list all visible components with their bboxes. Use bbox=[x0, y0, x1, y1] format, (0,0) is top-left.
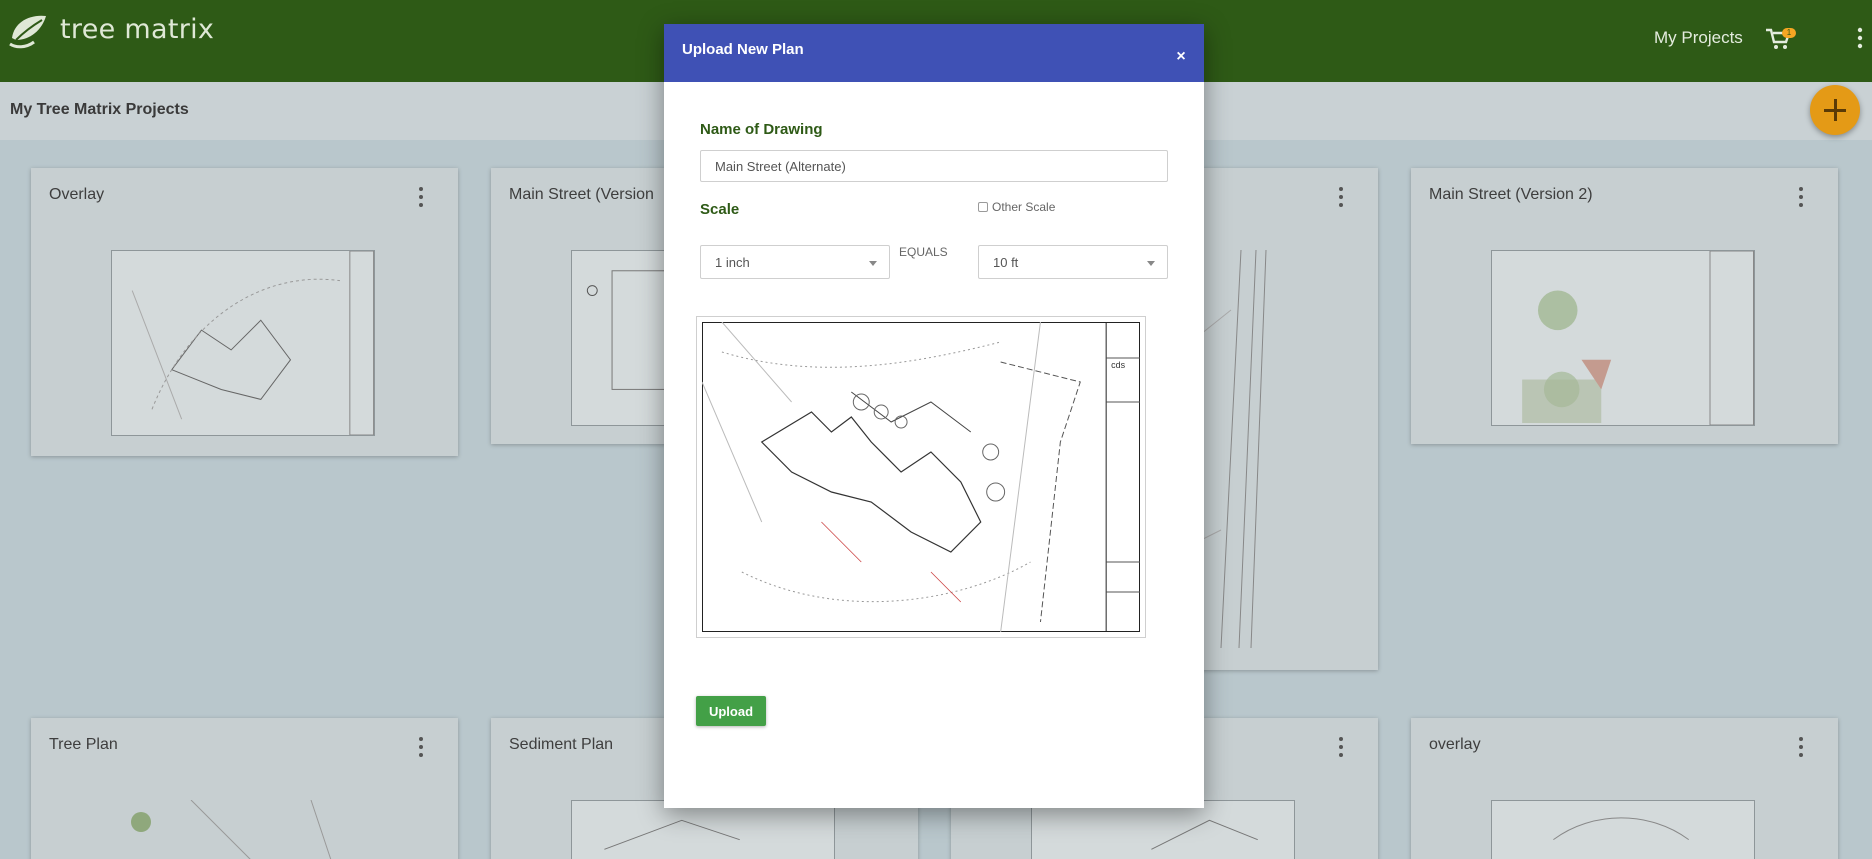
card-title: Main Street (Version 2) bbox=[1429, 186, 1593, 203]
plan-thumbnail[interactable] bbox=[1031, 800, 1295, 859]
upload-plan-dialog: Upload New Plan × Name of Drawing Scale … bbox=[664, 24, 1204, 808]
name-of-drawing-label: Name of Drawing bbox=[700, 121, 823, 138]
other-scale-checkbox[interactable] bbox=[978, 202, 988, 212]
chevron-down-icon bbox=[1147, 261, 1155, 266]
plan-thumbnail[interactable] bbox=[111, 800, 375, 859]
cart-count-badge: 1 bbox=[1782, 28, 1796, 38]
plan-preview-image: cds bbox=[696, 316, 1146, 638]
kebab-menu-icon[interactable] bbox=[1856, 26, 1864, 50]
card-title: Tree Plan bbox=[49, 736, 118, 753]
project-card[interactable]: overlay bbox=[1411, 718, 1838, 859]
dialog-header: Upload New Plan × bbox=[664, 24, 1204, 82]
chevron-down-icon bbox=[869, 261, 877, 266]
card-title: Sediment Plan bbox=[509, 736, 614, 753]
kebab-menu-icon[interactable] bbox=[417, 736, 425, 758]
plan-thumbnail[interactable] bbox=[111, 250, 375, 436]
close-icon[interactable]: × bbox=[1174, 49, 1188, 65]
plan-thumbnail[interactable] bbox=[571, 800, 835, 859]
leaf-logo-icon[interactable] bbox=[6, 8, 50, 52]
kebab-menu-icon[interactable] bbox=[1337, 736, 1345, 758]
svg-text:cds: cds bbox=[1111, 360, 1125, 370]
add-project-button[interactable] bbox=[1810, 85, 1860, 135]
upload-button[interactable]: Upload bbox=[696, 696, 766, 726]
nav-my-projects-link[interactable]: My Projects bbox=[1654, 28, 1743, 48]
other-scale-label: Other Scale bbox=[992, 200, 1056, 214]
brand-name[interactable]: tree matrix bbox=[60, 14, 214, 45]
card-title: overlay bbox=[1429, 736, 1481, 753]
project-card[interactable]: Overlay bbox=[31, 168, 458, 456]
drawing-name-input[interactable] bbox=[700, 150, 1168, 182]
equals-label: EQUALS bbox=[899, 245, 948, 259]
scale-from-select[interactable]: 1 inch bbox=[700, 245, 890, 279]
scale-from-value: 1 inch bbox=[715, 255, 750, 270]
scale-to-value: 10 ft bbox=[993, 255, 1019, 270]
card-title: Main Street (Version bbox=[509, 186, 654, 203]
project-card[interactable]: Main Street (Version 2) bbox=[1411, 168, 1838, 444]
page-title: My Tree Matrix Projects bbox=[10, 101, 189, 118]
scale-to-select[interactable]: 10 ft bbox=[978, 245, 1168, 279]
kebab-menu-icon[interactable] bbox=[1797, 736, 1805, 758]
plan-thumbnail[interactable] bbox=[1491, 250, 1755, 426]
scale-label: Scale bbox=[700, 201, 740, 218]
kebab-menu-icon[interactable] bbox=[1337, 186, 1345, 208]
card-title: Overlay bbox=[49, 186, 105, 203]
plan-thumbnail[interactable] bbox=[1491, 800, 1755, 859]
kebab-menu-icon[interactable] bbox=[417, 186, 425, 208]
dialog-title: Upload New Plan bbox=[682, 41, 804, 58]
kebab-menu-icon[interactable] bbox=[1797, 186, 1805, 208]
other-scale-option[interactable]: Other Scale bbox=[978, 200, 1055, 214]
project-card[interactable]: Tree Plan bbox=[31, 718, 458, 859]
